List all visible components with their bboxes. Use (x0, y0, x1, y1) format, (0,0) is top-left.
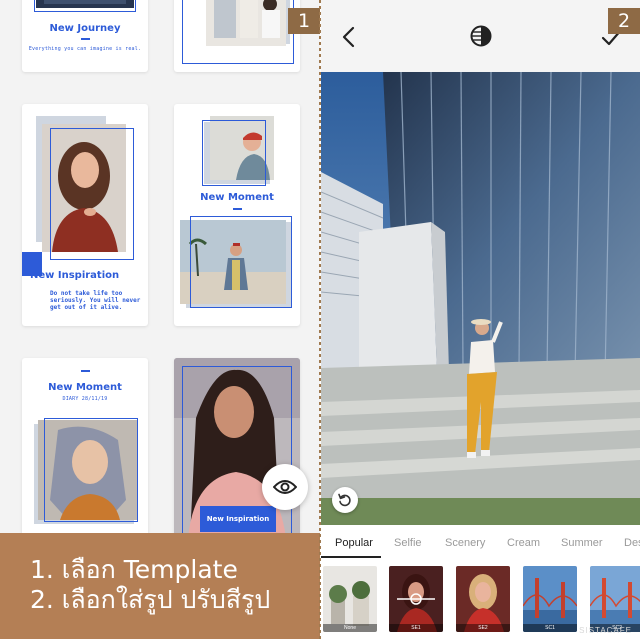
filter-thumb-sc2[interactable]: SC2 (590, 566, 640, 632)
template-body-line: Do not take life too (50, 290, 123, 297)
filter-thumb-se2[interactable]: SE2 (456, 566, 510, 632)
caption-box: 1. เลือก Template 2. เลือกใส่รูป ปรับสีร… (0, 533, 320, 639)
template-frame (34, 0, 136, 12)
contrast-icon (470, 25, 492, 47)
tab-cream[interactable]: Cream (507, 537, 540, 549)
template-card-new-moment-diary[interactable]: New Moment DIARY 28/11/19 (22, 358, 148, 536)
preview-button[interactable] (262, 464, 308, 510)
back-button[interactable] (337, 24, 363, 50)
filter-thumb-label: None (323, 624, 377, 632)
title-dash (233, 208, 242, 210)
filter-thumb-label: SC1 (523, 624, 577, 632)
template-frame (50, 128, 134, 260)
template-panel: New Journey Everything you can imagine i… (0, 0, 320, 639)
filter-thumb-se1[interactable]: SE1 (389, 566, 443, 632)
filter-thumb-label: SE2 (456, 624, 510, 632)
template-card-inspiration-badge[interactable]: New Inspiration (174, 358, 300, 538)
filter-toggle-button[interactable] (469, 24, 493, 48)
template-frame (190, 216, 292, 308)
step-badge-1: 1 (288, 8, 320, 34)
template-title: New Journey (49, 23, 121, 34)
tab-popular[interactable]: Popular (335, 537, 373, 549)
tab-scenery[interactable]: Scenery (445, 537, 485, 549)
template-subtitle: DIARY 28/11/19 (62, 396, 108, 402)
template-title: New Moment (200, 192, 274, 203)
caption-line-1: 1. เลือก Template (30, 555, 238, 584)
template-frame (182, 0, 294, 64)
editing-photo (321, 72, 640, 525)
eye-icon (273, 480, 297, 494)
chevron-left-icon (342, 26, 355, 48)
photo-editor-panel: 2 Popular Selfie Scenery Cream Summer De… (321, 0, 640, 639)
template-title: New Moment (48, 382, 122, 393)
template-frame (44, 418, 138, 522)
template-body-line: seriously. You will never (50, 297, 141, 304)
template-body-line: get out of it alive. (50, 304, 123, 311)
title-dash (81, 38, 90, 40)
filter-thumb-sc1[interactable]: SC1 (523, 566, 577, 632)
editor-toolbar: 2 (321, 0, 640, 72)
template-card-new-journey[interactable]: New Journey Everything you can imagine i… (22, 0, 148, 72)
watermark: SISTACAFE (579, 626, 632, 635)
filter-thumb-label: SE1 (389, 624, 443, 632)
rotate-ccw-icon (338, 493, 351, 507)
template-title: New Inspiration (30, 270, 120, 281)
template-card-new-moment[interactable]: New Moment (174, 104, 300, 326)
title-dash (81, 370, 90, 372)
template-frame (202, 120, 266, 186)
template-card-photo-top[interactable] (174, 0, 300, 72)
tab-summer[interactable]: Summer (561, 537, 603, 549)
template-badge: New Inspiration (200, 506, 276, 532)
reset-button[interactable] (332, 487, 358, 513)
tab-selfie[interactable]: Selfie (394, 537, 422, 549)
active-tab-indicator (321, 556, 381, 558)
filter-thumb-none[interactable]: None (323, 566, 377, 632)
template-card-new-inspiration[interactable]: New Inspiration Do not take life too ser… (22, 104, 148, 326)
filter-selected-icon (397, 593, 435, 605)
template-subtitle: Everything you can imagine is real. (28, 46, 142, 52)
tab-des[interactable]: Des (624, 537, 640, 549)
caption-line-2: 2. เลือกใส่รูป ปรับสีรูป (30, 585, 271, 614)
step-badge-2: 2 (608, 8, 640, 34)
